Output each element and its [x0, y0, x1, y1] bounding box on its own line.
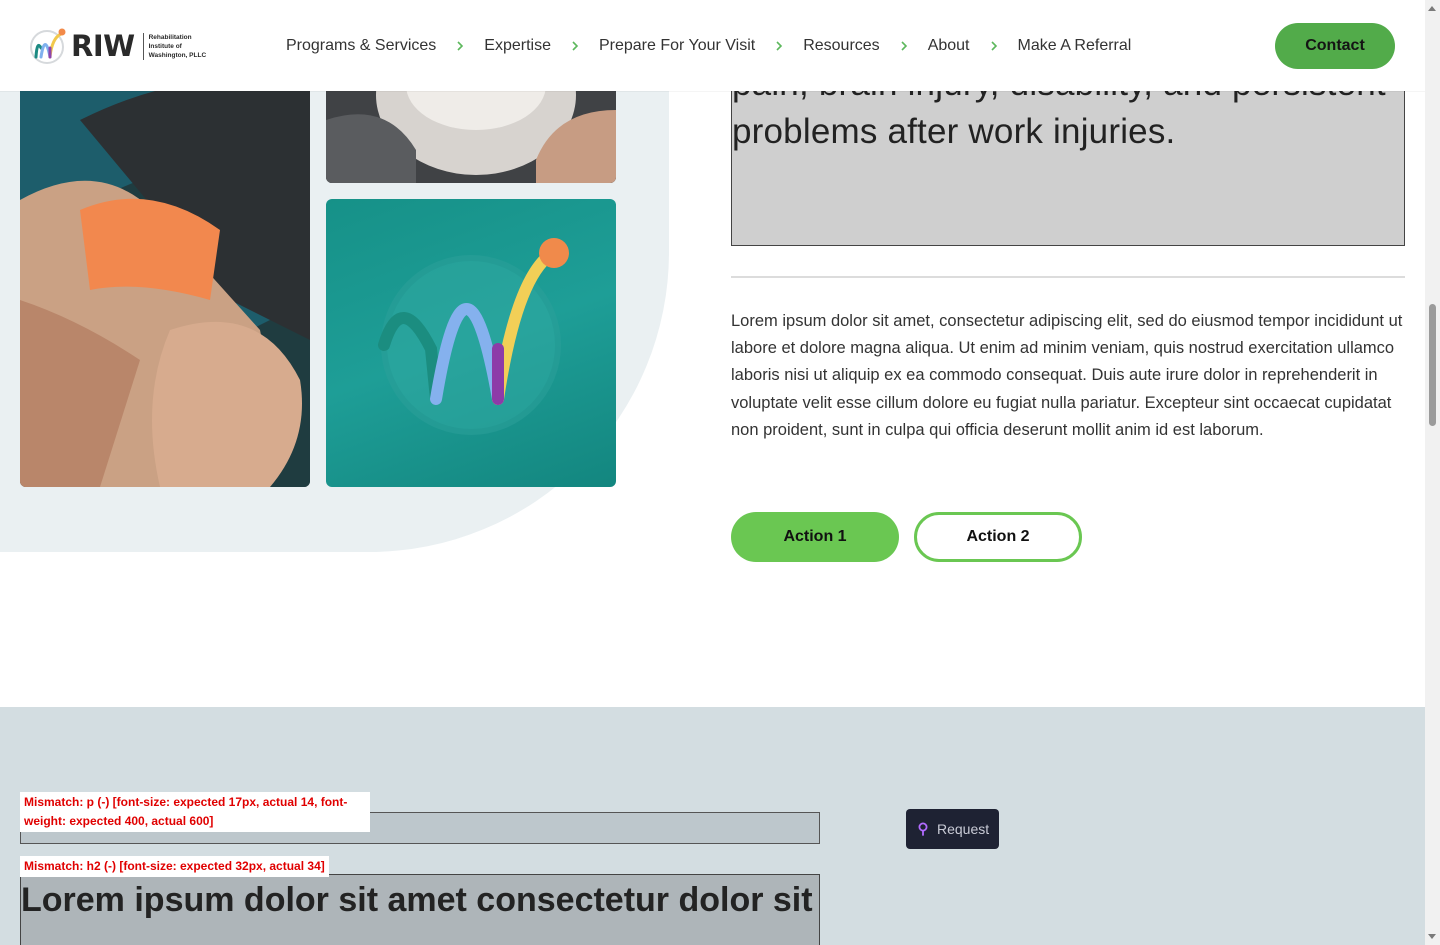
brand-mark-icon [378, 238, 569, 435]
nav-prepare-visit[interactable]: Prepare For Your Visit [599, 37, 755, 55]
action-1-button[interactable]: Action 1 [731, 512, 899, 562]
nav-about[interactable]: About [928, 37, 970, 55]
body-copy: Lorem ipsum dolor sit amet, consectetur … [731, 312, 1403, 439]
page-scrollbar[interactable] [1425, 0, 1440, 945]
chevron-right-icon [970, 40, 1018, 52]
scrollbar-thumb[interactable] [1429, 304, 1436, 426]
h2-mismatch-label: Mismatch: h2 (-) [font-size: expected 32… [20, 856, 329, 877]
scroll-down-arrow-icon[interactable] [1428, 934, 1436, 939]
contact-button[interactable]: Contact [1275, 23, 1395, 69]
p-mismatch-label: Mismatch: p (-) [font-size: expected 17p… [20, 792, 370, 832]
action-2-button[interactable]: Action 2 [914, 512, 1082, 562]
main-nav: Programs & Services Expertise Prepare Fo… [286, 0, 1131, 91]
section-divider [731, 276, 1405, 278]
heading-box: Lorem ipsum dolor sit amet consectetur d… [20, 874, 820, 945]
riw-logo-icon [30, 28, 66, 64]
chevron-right-icon [880, 40, 928, 52]
scroll-up-arrow-icon[interactable] [1428, 6, 1436, 11]
nav-programs-services[interactable]: Programs & Services [286, 37, 436, 55]
logo-tagline: Rehabilitation Institute of Washington, … [142, 32, 213, 60]
logo-name: RIW [71, 29, 135, 63]
nav-make-referral[interactable]: Make A Referral [1018, 37, 1132, 55]
brand-logo-card [326, 199, 616, 487]
section-heading: Lorem ipsum dolor sit amet consectetur d… [21, 881, 813, 919]
site-header: RIW Rehabilitation Institute of Washingt… [0, 0, 1425, 91]
chevron-right-icon [551, 40, 599, 52]
pin-icon [918, 822, 928, 836]
request-button[interactable]: Request [906, 809, 999, 849]
request-label: Request [937, 821, 990, 837]
nav-expertise[interactable]: Expertise [484, 37, 551, 55]
chevron-right-icon [436, 40, 484, 52]
site-logo[interactable]: RIW Rehabilitation Institute of Washingt… [28, 26, 213, 66]
chevron-right-icon [755, 40, 803, 52]
nav-resources[interactable]: Resources [803, 37, 879, 55]
